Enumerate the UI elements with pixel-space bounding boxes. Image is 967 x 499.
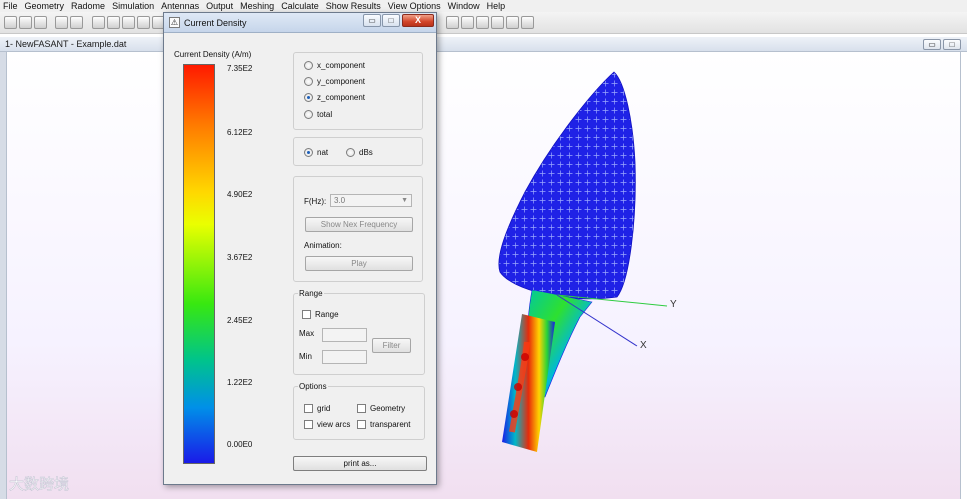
view-top-icon[interactable] [476,16,489,29]
dbs-label: dBs [359,148,373,157]
scale-label: 1.22E2 [227,378,253,387]
menu-simulation[interactable]: Simulation [112,1,154,11]
zoom-fit-icon[interactable] [137,16,150,29]
show-next-frequency-button[interactable]: Show Nex Frequency [305,217,413,232]
component-panel: x_component y_component z_component tota… [293,52,423,130]
document-restore-button[interactable]: ▭ [923,39,941,50]
x-axis-label: X [640,340,647,351]
filter-button[interactable]: Filter [372,338,411,353]
dialog-minimize-button[interactable]: ▭ [363,14,381,27]
grid-label: grid [317,404,331,413]
geometry-checkbox[interactable] [357,404,366,413]
document-title: 1- NewFASANT - Example.dat [5,39,127,49]
select-icon[interactable] [92,16,105,29]
max-label: Max [299,329,315,338]
min-label: Min [299,352,312,361]
radio-x-component[interactable] [304,61,313,70]
menu-window[interactable]: Window [448,1,480,11]
menu-geometry[interactable]: Geometry [25,1,65,11]
range-panel: Range Range Max Min Filter [293,289,425,375]
menu-radome[interactable]: Radome [71,1,105,11]
scale-label-max: 7.35E2 [227,64,253,73]
edit-icon[interactable] [55,16,68,29]
dialog-maximize-button[interactable]: □ [382,14,400,27]
save-icon[interactable] [34,16,47,29]
watermark-text: 大数跨境 [9,475,69,493]
new-file-icon[interactable] [4,16,17,29]
radio-y-component[interactable] [304,77,313,86]
menu-antennas[interactable]: Antennas [161,1,199,11]
zoom-out-icon[interactable] [122,16,135,29]
transparent-checkbox[interactable] [357,420,366,429]
menubar: File Geometry Radome Simulation Antennas… [0,0,967,12]
menu-view-options[interactable]: View Options [388,1,441,11]
options-panel-title: Options [298,382,328,391]
x-component-label: x_component [317,61,366,70]
radio-total[interactable] [304,110,313,119]
menu-calculate[interactable]: Calculate [281,1,319,11]
document-controls: ▭ □ [923,39,961,50]
color-scale-bar [183,64,215,464]
radio-dbs[interactable] [346,148,355,157]
view-front-icon[interactable] [446,16,459,29]
options-panel: Options grid Geometry view arcs transpar… [293,382,425,440]
reset-view-icon[interactable] [521,16,534,29]
frequency-label: F(Hz): [304,197,327,206]
frequency-value: 3.0 [334,196,346,205]
radio-z-component[interactable] [304,93,313,102]
y-axis-label: Y [670,299,677,310]
menu-file[interactable]: File [3,1,18,11]
z-component-label: z_component [317,93,366,102]
chart-icon[interactable] [19,16,32,29]
play-button[interactable]: Play [305,256,413,271]
range-checkbox-label: Range [315,310,339,319]
range-panel-title: Range [298,289,324,298]
current-density-dialog: ⚠ Current Density ▭ □ X Current Density … [163,12,437,485]
dialog-titlebar[interactable]: ⚠ Current Density ▭ □ X [164,13,436,33]
export-icon[interactable] [70,16,83,29]
warning-icon: ⚠ [169,17,180,28]
dialog-title: Current Density [184,18,247,28]
cone-mesh-surface [498,71,636,300]
frequency-panel: F(Hz): Show Nex Frequency Animation: Pla… [293,176,423,282]
y-component-label: y_component [317,77,366,86]
nat-label: nat [317,148,329,157]
view-arcs-checkbox[interactable] [304,420,313,429]
document-titlebar: 1- NewFASANT - Example.dat ▭ □ [0,37,967,52]
scale-label: 3.67E2 [227,253,253,262]
zoom-in-icon[interactable] [107,16,120,29]
chevron-down-icon: ▼ [401,197,408,204]
menu-help[interactable]: Help [487,1,506,11]
scale-title: Current Density (A/m) [174,50,252,59]
scale-label: 6.12E2 [227,128,253,137]
min-input[interactable] [322,350,367,364]
view-side-icon[interactable] [461,16,474,29]
rotate-icon[interactable] [506,16,519,29]
menu-output[interactable]: Output [206,1,233,11]
scale-label-min: 0.00E0 [227,440,253,449]
transparent-label: transparent [370,420,411,429]
scale-label: 2.45E2 [227,316,253,325]
menu-show-results[interactable]: Show Results [326,1,381,11]
view-iso-icon[interactable] [491,16,504,29]
animation-label: Animation: [304,241,342,250]
menu-meshing[interactable]: Meshing [240,1,274,11]
max-input[interactable] [322,328,367,342]
print-as-button[interactable]: print as... [293,456,427,471]
document-maximize-button[interactable]: □ [943,39,961,50]
total-label: total [317,110,333,119]
grid-checkbox[interactable] [304,404,313,413]
dialog-close-button[interactable]: X [402,14,434,27]
frequency-select[interactable]: 3.0 ▼ [330,194,412,207]
view-arcs-label: view arcs [317,420,351,429]
radio-nat[interactable] [304,148,313,157]
range-checkbox[interactable] [302,310,311,319]
model-render[interactable]: Y X 大数跨境 [7,52,962,499]
toolbar [0,12,967,34]
3d-viewport[interactable]: Y X 大数跨境 [6,52,961,499]
scale-label: 4.90E2 [227,190,253,199]
geometry-label: Geometry [370,404,406,413]
units-panel: nat dBs [293,137,423,166]
